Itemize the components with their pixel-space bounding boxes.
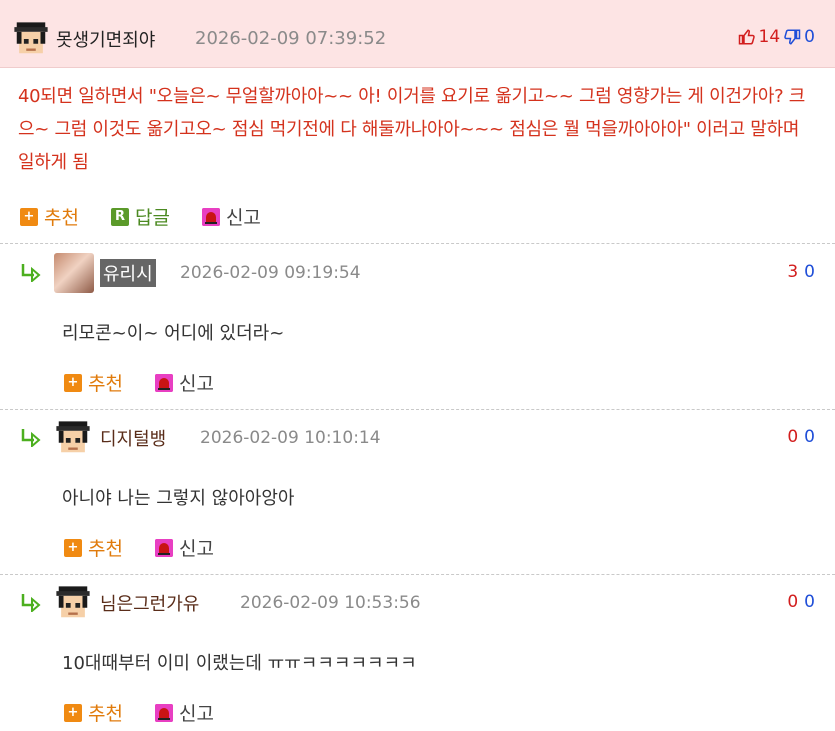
downvote-count: 0 (804, 592, 815, 612)
vote-counts: 14 0 (738, 27, 815, 47)
reply-actions: + 추천 신고 (64, 369, 246, 396)
recommend-button[interactable]: + 추천 (20, 203, 79, 230)
reply-timestamp: 2026-02-09 10:10:14 (200, 428, 381, 448)
recommend-button[interactable]: + 추천 (64, 534, 123, 561)
reply-arrow-icon (21, 429, 41, 447)
reply-score: 3 0 (787, 262, 815, 282)
recommend-label: 추천 (88, 373, 123, 395)
reply-arrow-icon (21, 264, 41, 282)
reply-button[interactable]: R 답글 (110, 203, 170, 230)
upvote-count: 3 (787, 262, 799, 282)
reply-badge-icon: R (110, 207, 129, 226)
reply-label: 답글 (134, 207, 170, 229)
thumbs-down-icon[interactable] (783, 28, 801, 46)
plus-icon: + (64, 373, 82, 392)
reply-actions: + 추천 신고 (64, 699, 246, 726)
report-label: 신고 (178, 703, 214, 725)
author-name[interactable]: 유리시 (100, 259, 156, 287)
siren-icon (154, 373, 173, 392)
plus-icon: + (64, 703, 82, 722)
upvote-count: 14 (758, 27, 781, 47)
main-comment-actions: + 추천 R 답글 신고 (20, 203, 293, 230)
upvote-count: 0 (787, 592, 799, 612)
reply-body: 아니야 나는 그렇지 않아아앙아 (62, 488, 295, 509)
recommend-label: 추천 (88, 703, 123, 725)
reply-body: 10대때부터 이미 이랬는데 ㅠㅠㅋㅋㅋㅋㅋㅋㅋ (62, 653, 417, 674)
downvote-count: 0 (804, 427, 815, 447)
report-button[interactable]: 신고 (201, 203, 261, 230)
siren-icon (201, 207, 220, 226)
reply-score: 0 0 (787, 427, 815, 447)
report-label: 신고 (178, 538, 214, 560)
siren-icon (154, 703, 173, 722)
report-button[interactable]: 신고 (154, 699, 214, 726)
comment-timestamp: 2026-02-09 07:39:52 (195, 28, 387, 49)
recommend-button[interactable]: + 추천 (64, 699, 123, 726)
reply-timestamp: 2026-02-09 10:53:56 (240, 593, 421, 613)
plus-icon: + (64, 538, 82, 557)
recommend-button[interactable]: + 추천 (64, 369, 123, 396)
author-name[interactable]: 디지털뱅 (100, 425, 166, 451)
upvote-count: 0 (787, 427, 799, 447)
divider (0, 243, 835, 244)
report-label: 신고 (225, 207, 261, 229)
avatar[interactable] (54, 253, 94, 293)
downvote-count: 0 (804, 262, 815, 282)
main-comment-body: 40되면 일하면서 "오늘은~ 무얼할까아아~~ 아! 이거를 요기로 옮기고~… (18, 86, 806, 173)
reply-body: 리모콘~이~ 어디에 있더라~ (62, 323, 285, 344)
author-name[interactable]: 님은그런가유 (100, 590, 199, 616)
pixel-avatar-icon[interactable] (12, 20, 50, 58)
recommend-label: 추천 (88, 538, 123, 560)
pixel-avatar-icon[interactable] (54, 584, 92, 622)
reply-actions: + 추천 신고 (64, 534, 246, 561)
report-button[interactable]: 신고 (154, 534, 214, 561)
downvote-count: 0 (804, 27, 815, 47)
thumbs-up-icon[interactable] (738, 28, 756, 46)
plus-icon: + (20, 207, 38, 226)
pixel-avatar-icon[interactable] (54, 419, 92, 457)
divider (0, 409, 835, 410)
reply-score: 0 0 (787, 592, 815, 612)
main-comment-header: 못생기면죄야 2026-02-09 07:39:52 14 0 (0, 0, 835, 68)
report-button[interactable]: 신고 (154, 369, 214, 396)
reply-arrow-icon (21, 594, 41, 612)
report-label: 신고 (178, 373, 214, 395)
divider (0, 574, 835, 575)
siren-icon (154, 538, 173, 557)
reply-timestamp: 2026-02-09 09:19:54 (180, 263, 361, 283)
recommend-label: 추천 (44, 207, 79, 229)
author-name[interactable]: 못생기면죄야 (56, 26, 155, 52)
